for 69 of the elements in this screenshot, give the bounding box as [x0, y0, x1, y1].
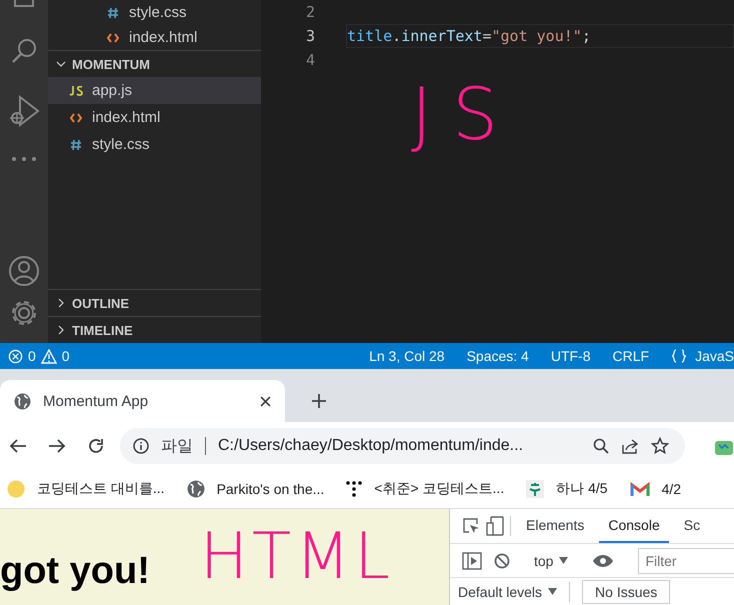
logo-icon	[526, 480, 544, 498]
back-icon[interactable]	[9, 438, 27, 454]
scheme-label: 파일	[161, 436, 193, 456]
explorer-section-header[interactable]: OUTLINE	[48, 289, 261, 316]
bookmark-item[interactable]: 하나 4/5	[526, 480, 608, 498]
filter-field[interactable]: Filter	[638, 548, 734, 574]
context-dropdown[interactable]: top	[534, 552, 568, 568]
warning-icon	[40, 348, 57, 364]
status-item[interactable]: UTF-8	[550, 348, 591, 364]
bookmark-item[interactable]: Parkito's on the...	[186, 480, 324, 498]
files-icon[interactable]	[11, 0, 37, 8]
mail-icon	[630, 482, 650, 496]
forward-icon[interactable]	[48, 438, 66, 454]
search-icon[interactable]	[593, 438, 609, 454]
run-debug-icon[interactable]	[8, 94, 40, 128]
clear-console-icon[interactable]	[494, 552, 510, 568]
handwritten-annotation: JS	[411, 78, 519, 150]
bookmark-item[interactable]: <취준> 코딩테스트...	[346, 480, 504, 498]
star-icon[interactable]	[651, 437, 669, 455]
sidebar-toggle-icon[interactable]	[462, 552, 482, 570]
account-icon[interactable]	[8, 255, 40, 287]
bookmark-item[interactable]: 코딩테스트 대비를...	[7, 480, 165, 498]
line-number: 3	[304, 27, 316, 45]
devtools-tab[interactable]: Console	[599, 509, 669, 543]
file-item[interactable]: style.css	[48, 131, 261, 158]
url-text: C:/Users/chaey/Desktop/momentum/inde...	[218, 437, 524, 455]
more-icon[interactable]	[11, 156, 37, 162]
warning-count[interactable]: 0	[62, 348, 70, 364]
moon-icon	[7, 480, 25, 498]
error-count[interactable]: 0	[28, 348, 36, 364]
log-levels-dropdown[interactable]: Default levels	[458, 584, 558, 600]
error-icon	[8, 348, 23, 364]
status-item[interactable]: Spaces: 4	[466, 348, 529, 364]
language-mode[interactable]: JavaS	[695, 348, 734, 364]
globe-icon	[14, 392, 31, 410]
eye-icon[interactable]	[592, 554, 614, 568]
file-type-icon	[68, 86, 84, 96]
file-item[interactable]: index.html	[48, 104, 261, 131]
line-number: 2	[304, 3, 316, 21]
address-bar[interactable]: 파일 C:/Users/chaey/Desktop/momentum/inde...	[120, 428, 685, 464]
file-type-icon	[68, 112, 84, 122]
globe-icon	[186, 480, 205, 498]
line-number: 4	[304, 51, 316, 69]
file-type-icon	[105, 6, 121, 18]
status-item[interactable]: CRLF	[612, 348, 650, 364]
caret-icon	[559, 557, 568, 564]
file-type-icon	[68, 138, 84, 150]
file-type-icon	[105, 32, 121, 42]
inspect-icon[interactable]	[462, 517, 480, 535]
close-icon[interactable]	[260, 396, 271, 406]
share-icon[interactable]	[621, 438, 639, 454]
page-heading: got you!	[0, 550, 150, 593]
dots-icon	[346, 481, 362, 497]
device-icon[interactable]	[486, 516, 504, 536]
browser-tab[interactable]: Momentum App	[0, 380, 285, 422]
status-item[interactable]: Ln 3, Col 28	[369, 348, 445, 364]
bookmark-item[interactable]: 4/2	[630, 481, 682, 497]
new-tab-icon[interactable]	[311, 393, 327, 409]
caret-icon	[548, 588, 558, 595]
file-item[interactable]: style.css	[48, 0, 261, 25]
braces-icon	[671, 349, 688, 363]
handwritten-annotation: HTML	[200, 525, 394, 589]
issues-button[interactable]: No Issues	[582, 580, 670, 604]
info-icon[interactable]	[133, 438, 149, 454]
reload-icon[interactable]	[87, 437, 105, 455]
devtools-tab[interactable]: Elements	[517, 509, 594, 543]
file-item[interactable]: app.js	[48, 77, 261, 104]
devtools-tab[interactable]: Sc	[674, 509, 710, 543]
file-item[interactable]: index.html	[48, 25, 261, 50]
